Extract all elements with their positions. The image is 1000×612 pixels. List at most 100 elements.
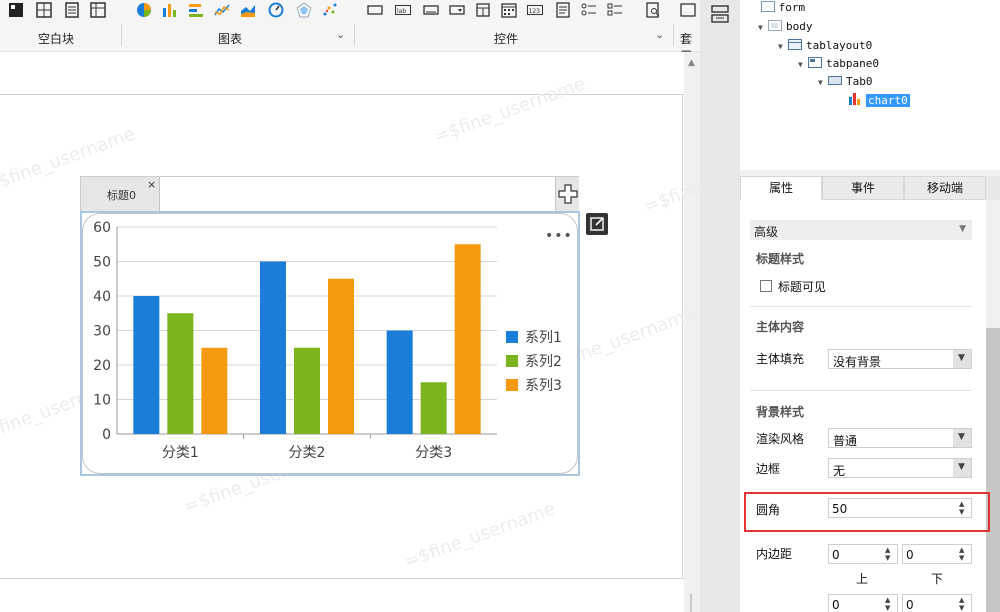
- form-icon: [760, 1, 775, 12]
- divider: [750, 390, 972, 391]
- title-visible-checkbox[interactable]: [760, 280, 772, 292]
- render-style-select[interactable]: 普通 ▼: [828, 428, 972, 448]
- canvas-guide-line: [0, 578, 684, 579]
- tree-node-tab0[interactable]: ▼ Tab0: [818, 74, 873, 90]
- textarea-widget-icon[interactable]: [555, 2, 571, 18]
- padding-top-input[interactable]: 0 ▲ ▼: [828, 544, 898, 564]
- spinner-value: 0: [832, 548, 840, 562]
- spinner-arrows[interactable]: ▲ ▼: [957, 545, 971, 563]
- report-block-icon[interactable]: [64, 2, 80, 18]
- date-widget-icon[interactable]: [475, 2, 491, 18]
- query-widget-icon[interactable]: [645, 2, 661, 18]
- canvas-scrollbar[interactable]: ▲: [684, 52, 700, 612]
- line-chart-icon[interactable]: [214, 2, 230, 18]
- add-tab-button[interactable]: [555, 177, 579, 211]
- area-chart-icon[interactable]: [240, 2, 256, 18]
- tree-node-body[interactable]: ▼ body: [758, 19, 813, 35]
- ribbon-group-template: 套用: [674, 0, 700, 52]
- bar-2-1: [167, 313, 194, 434]
- border-label: 边框: [756, 462, 781, 476]
- widget-manager-icon[interactable]: [711, 5, 729, 23]
- textbox-widget-icon[interactable]: [423, 2, 439, 18]
- title-style-heading: 标题样式: [756, 252, 805, 266]
- tree-node-tabpane0[interactable]: ▼ tabpane0: [798, 56, 879, 72]
- collapse-icon: ▼: [959, 224, 966, 234]
- scrollbar-thumb[interactable]: [690, 594, 692, 612]
- tablayout-icon: [788, 39, 802, 50]
- border-select[interactable]: 无 ▼: [828, 458, 972, 478]
- tab-mobile[interactable]: 移动端: [904, 176, 986, 200]
- tree-node-label: form: [778, 1, 806, 14]
- tree-node-chart0[interactable]: chart0: [848, 92, 910, 108]
- chevron-down-icon[interactable]: ▼: [953, 429, 971, 447]
- panel-toolstrip: [700, 0, 740, 612]
- bar-chart-icon[interactable]: [162, 2, 178, 18]
- chevron-down-icon[interactable]: ⌄: [655, 28, 664, 41]
- padding-right-input[interactable]: 0 ▲ ▼: [902, 594, 972, 612]
- horizontal-bar-icon[interactable]: [188, 2, 204, 18]
- tree-node-label: tabpane0: [826, 57, 879, 70]
- tab-icon: [828, 75, 842, 86]
- button-widget-icon[interactable]: [367, 2, 383, 18]
- layout-icon[interactable]: [36, 2, 52, 18]
- plus-icon: [558, 184, 578, 204]
- block-icon[interactable]: [8, 2, 24, 18]
- chevron-down-icon[interactable]: ▼: [818, 75, 828, 91]
- chevron-down-icon[interactable]: ▼: [778, 39, 788, 55]
- chart-widget[interactable]: 0 10 20 30 40 50 60 分类1 分类2 分类3 系列1 系列2 系列3: [80, 211, 580, 476]
- tab-properties[interactable]: 属性: [740, 176, 822, 200]
- padding-label: 内边距: [756, 547, 793, 561]
- legend-label: 系列1: [525, 330, 562, 346]
- scatter-chart-icon[interactable]: [322, 2, 338, 18]
- y-tick-label: 30: [93, 324, 111, 340]
- calendar-widget-icon[interactable]: [501, 2, 517, 18]
- legend-swatch: [506, 355, 518, 367]
- bar-1-1: [133, 296, 160, 434]
- y-tick-label: 10: [93, 393, 111, 409]
- number-widget-icon[interactable]: 123: [527, 2, 543, 18]
- padding-bottom-input[interactable]: 0 ▲ ▼: [902, 544, 972, 564]
- chevron-down-icon[interactable]: ▼: [953, 459, 971, 477]
- chevron-down-icon[interactable]: ▼: [953, 350, 971, 368]
- tree-node-tablayout0[interactable]: ▼ tablayout0: [778, 38, 872, 54]
- padding-left-input[interactable]: 0 ▲ ▼: [828, 594, 898, 612]
- close-icon[interactable]: ×: [147, 178, 156, 191]
- label-widget-icon[interactable]: lab: [395, 2, 411, 18]
- chevron-down-icon[interactable]: ⌄: [336, 28, 345, 41]
- radar-chart-icon[interactable]: [296, 2, 312, 18]
- body-fill-select[interactable]: 没有背景 ▼: [828, 349, 972, 369]
- radio-group-icon[interactable]: [581, 2, 597, 18]
- template-icon[interactable]: [680, 2, 696, 18]
- spinner-arrows[interactable]: ▲ ▼: [883, 595, 897, 612]
- tree-node-label: tablayout0: [806, 39, 873, 52]
- legend-label: 系列2: [525, 354, 562, 370]
- tree-node-form[interactable]: form: [744, 0, 805, 16]
- bar-3-1: [201, 347, 228, 434]
- edit-icon[interactable]: [586, 213, 608, 235]
- pie-chart-icon[interactable]: [136, 2, 152, 18]
- ribbon-toolbar: 空白块 图表 ⌄ lab 123 控件 ⌄ 套: [0, 0, 700, 52]
- advanced-section-header[interactable]: 高级 ▼: [750, 220, 972, 240]
- checkbox-group-icon[interactable]: [607, 2, 623, 18]
- table-block-icon[interactable]: [90, 2, 106, 18]
- scroll-up-icon[interactable]: ▲: [688, 58, 695, 68]
- x-tick-label: 分类2: [289, 445, 326, 461]
- legend-swatch: [506, 379, 518, 391]
- more-options-icon[interactable]: •••: [545, 228, 573, 244]
- spinner-value: 0: [832, 598, 840, 612]
- tab-title0[interactable]: 标题0 ×: [81, 177, 160, 211]
- chevron-down-icon[interactable]: ▼: [798, 57, 808, 73]
- spinner-value: 0: [906, 598, 914, 612]
- tab-events[interactable]: 事件: [822, 176, 904, 200]
- spinner-arrows[interactable]: ▲ ▼: [883, 545, 897, 563]
- dropdown-widget-icon[interactable]: [449, 2, 465, 18]
- tabpane-icon: [808, 57, 822, 68]
- gauge-chart-icon[interactable]: [268, 2, 284, 18]
- tree-node-label: Tab0: [846, 75, 873, 88]
- bar-2-2: [294, 347, 320, 434]
- chevron-down-icon[interactable]: ▼: [758, 20, 768, 36]
- spinner-arrows[interactable]: ▲ ▼: [957, 595, 971, 612]
- body-icon: [768, 20, 782, 31]
- padding-bottom-caption: 下: [931, 572, 944, 586]
- bar-3-2: [328, 278, 354, 434]
